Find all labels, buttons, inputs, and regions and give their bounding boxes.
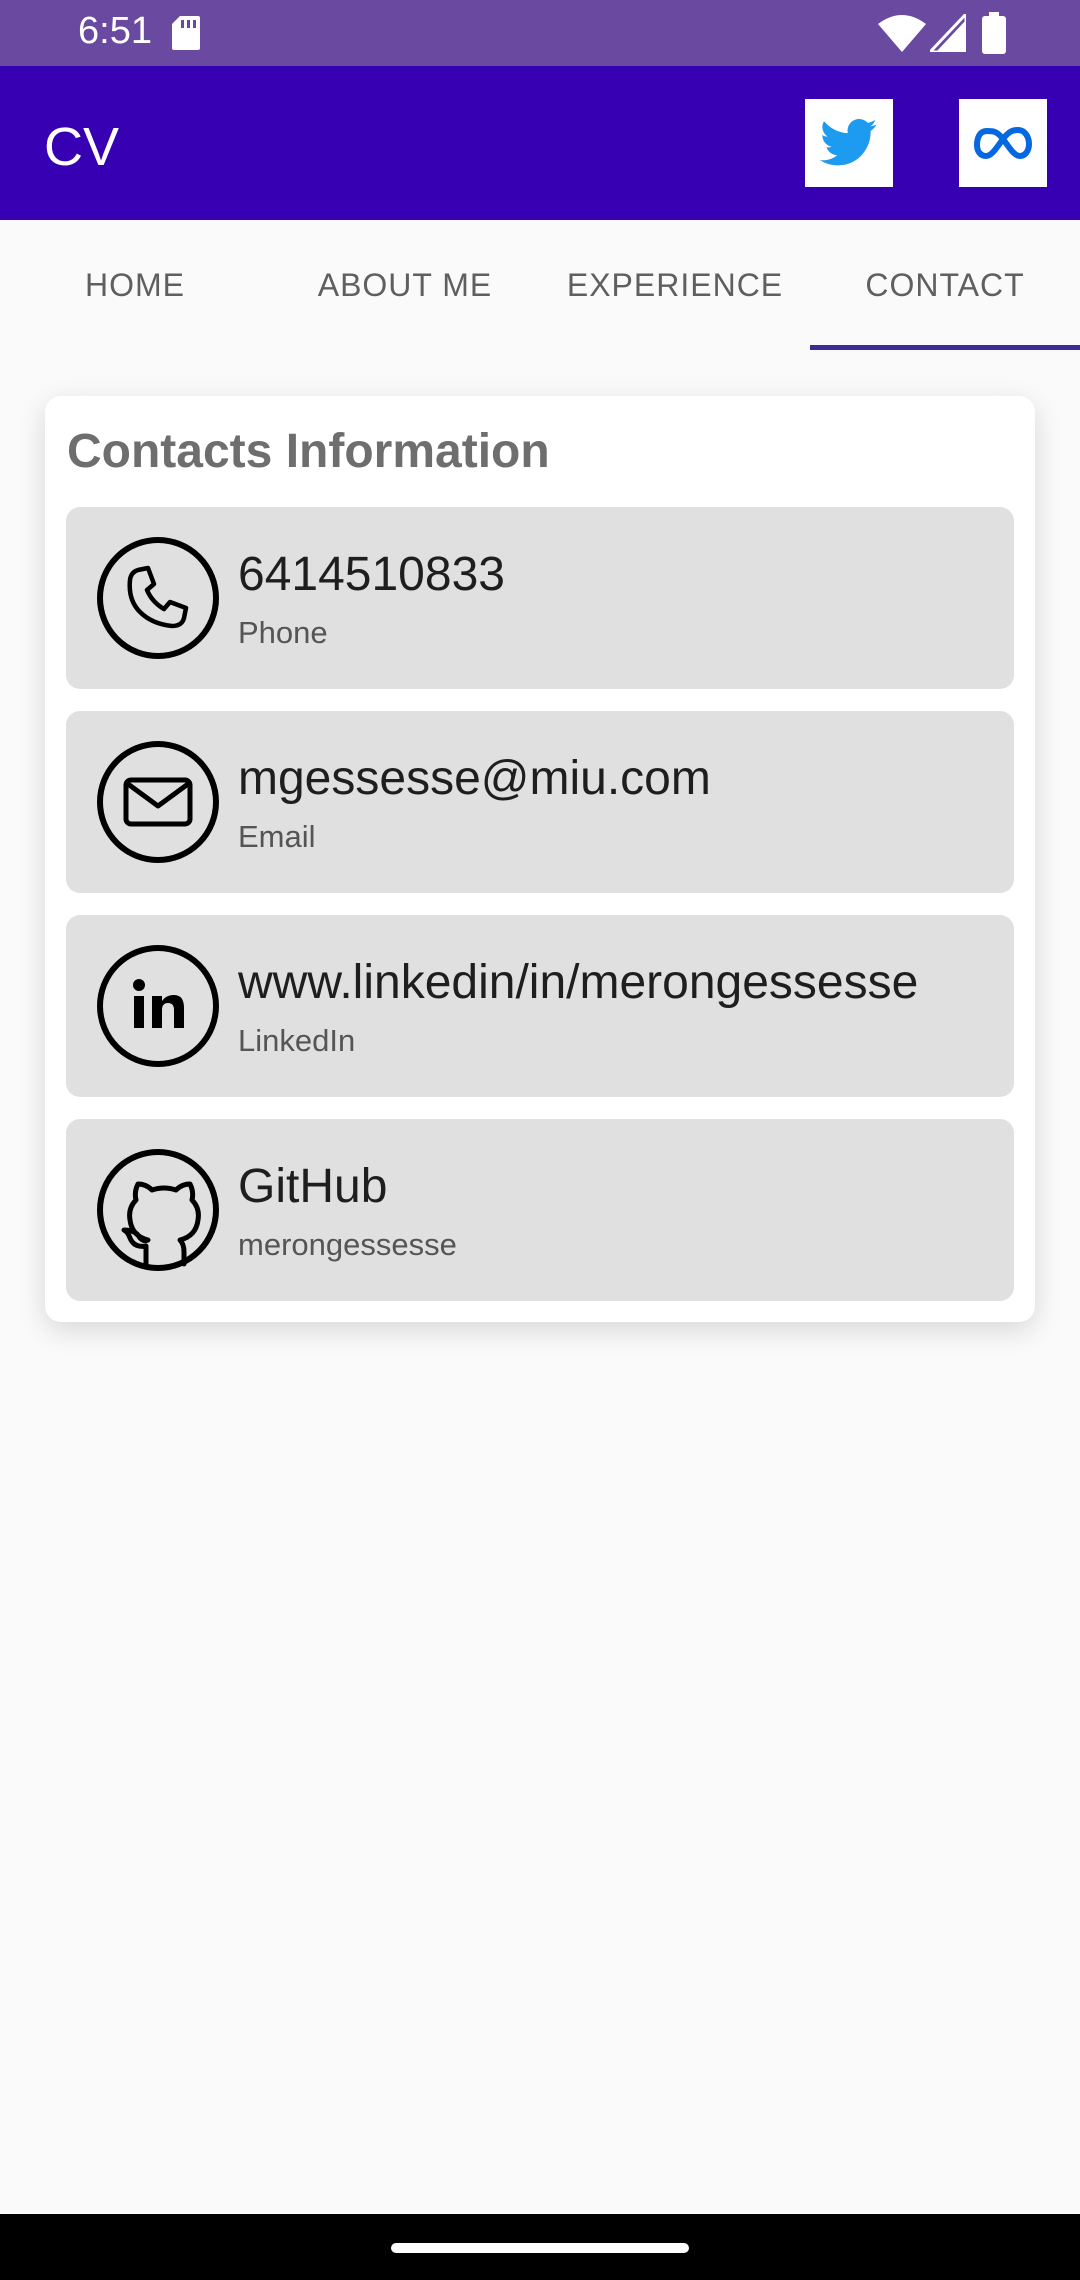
meta-button[interactable]: [959, 99, 1047, 187]
contact-row-linkedin[interactable]: www.linkedin/in/merongessesse LinkedIn: [66, 915, 1014, 1097]
contact-row-email[interactable]: mgessesse@miu.com Email: [66, 711, 1014, 893]
linkedin-url: www.linkedin/in/merongessesse: [238, 956, 919, 1009]
tab-contact[interactable]: CONTACT: [810, 220, 1080, 350]
contact-row-phone[interactable]: 6414510833 Phone: [66, 507, 1014, 689]
email-label: Email: [238, 819, 316, 854]
phone-icon: [97, 537, 219, 659]
card-title: Contacts Information: [67, 425, 550, 478]
signal-icon: [930, 14, 966, 52]
tab-home[interactable]: HOME: [0, 220, 270, 350]
twitter-icon: [820, 119, 877, 166]
app-bar: CV: [0, 66, 1080, 220]
tab-experience[interactable]: EXPERIENCE: [540, 220, 810, 350]
meta-icon: [974, 127, 1032, 159]
tab-bar: HOME ABOUT ME EXPERIENCE CONTACT: [0, 220, 1080, 350]
linkedin-icon: [97, 945, 219, 1067]
tab-about-me[interactable]: ABOUT ME: [270, 220, 540, 350]
app-title: CV: [44, 117, 120, 177]
tab-selected-indicator: [810, 345, 1080, 350]
github-title: GitHub: [238, 1160, 388, 1213]
phone-number: 6414510833: [238, 548, 505, 601]
twitter-button[interactable]: [805, 99, 893, 187]
github-username: merongessesse: [238, 1227, 457, 1262]
github-icon: [97, 1149, 219, 1271]
home-indicator[interactable]: [391, 2243, 689, 2253]
linkedin-label: LinkedIn: [238, 1023, 356, 1058]
contact-row-github[interactable]: GitHub merongessesse: [66, 1119, 1014, 1301]
phone-label: Phone: [238, 615, 328, 650]
wifi-icon: [878, 15, 926, 52]
email-address: mgessesse@miu.com: [238, 752, 711, 805]
contacts-card: Contacts Information 6414510833 Phone mg…: [45, 396, 1035, 1322]
status-time: 6:51: [78, 10, 152, 52]
email-icon: [97, 741, 219, 863]
sd-card-icon: [172, 16, 200, 50]
status-bar: 6:51: [0, 0, 1080, 66]
battery-icon: [982, 12, 1006, 54]
